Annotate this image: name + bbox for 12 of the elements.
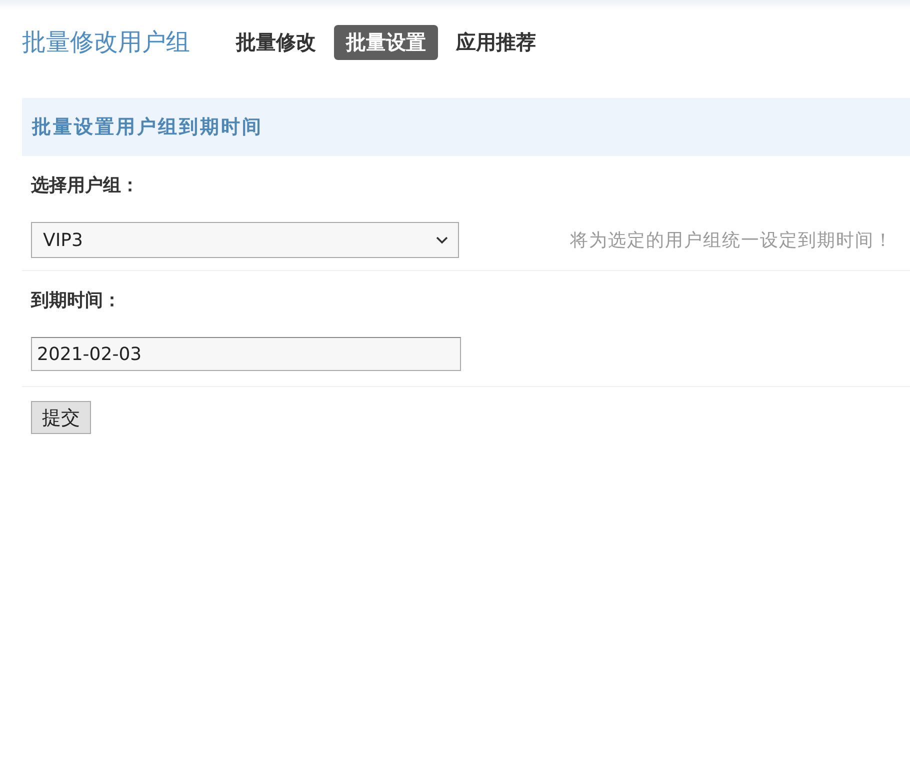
hint-text: 将为选定的用户组统一设定到期时间！ [570, 229, 893, 252]
page-title: 批量修改用户组 [22, 27, 190, 58]
tab[interactable]: 应用推荐 [456, 24, 536, 60]
chevron-down-icon [436, 236, 448, 244]
tab[interactable]: 批量设置 [334, 24, 438, 60]
section-title: 批量设置用户组到期时间 [32, 115, 263, 140]
date-field[interactable]: 2021-02-03 [31, 337, 461, 371]
tab[interactable]: 批量修改 [236, 24, 316, 60]
select-field[interactable]: VIP3 [31, 222, 459, 258]
submit-button[interactable]: 提交 [31, 401, 91, 434]
field-label: 选择用户组： [31, 174, 139, 198]
field-label: 到期时间： [31, 289, 121, 313]
